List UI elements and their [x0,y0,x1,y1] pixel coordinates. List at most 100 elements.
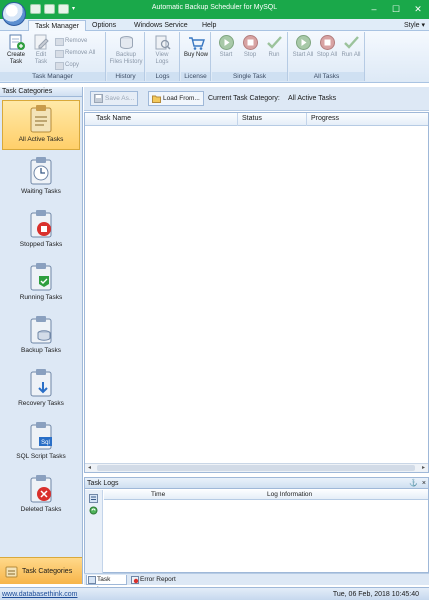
view-log-icon[interactable] [89,494,98,503]
minimize-button[interactable]: – [363,0,385,19]
buy-now-icon [188,37,205,50]
tab-help[interactable]: Help [196,20,222,31]
bottom-tabs: Task Logs Error Report [84,573,429,593]
tab-options[interactable]: Options [86,20,122,31]
save-as-button[interactable]: Save As... [90,91,139,106]
group-label-all-tasks: All Tasks [289,72,364,81]
tab-error-report-label: Error Report [140,576,176,583]
group-single-task: Start Stop Run Single Task [212,32,288,81]
save-icon [94,94,103,103]
group-logs: View Logs Logs [146,32,180,81]
stop-all-button[interactable]: Stop All [315,34,339,59]
status-bar: www.databasethink.com Tue, 06 Feb, 2018 … [0,587,429,600]
run-icon [266,36,282,49]
close-button[interactable]: ✕ [407,0,429,19]
task-grid[interactable]: Task Name Status Progress ◂ ▸ [84,112,429,473]
task-categories-button[interactable]: Task Categories [0,557,82,584]
scroll-right-icon[interactable]: ▸ [419,464,428,472]
run-all-button[interactable]: Run All [339,34,363,59]
tab-task-manager[interactable]: Task Manager [28,20,86,31]
backup-files-history-button[interactable]: Backup Files History [109,34,143,66]
remove-button[interactable]: Remove [54,35,95,47]
buy-now-button[interactable]: Buy Now [184,34,208,59]
group-all-tasks: Start All Stop All Run All All Tasks [289,32,365,81]
category-waiting-tasks[interactable]: Waiting Tasks [2,153,80,203]
category-recovery-tasks[interactable]: Recovery Tasks [2,365,80,415]
stopped-tasks-icon [30,210,51,238]
group-history: Backup Files History History [107,32,145,81]
column-progress[interactable]: Progress [311,115,339,122]
category-backup-tasks[interactable]: Backup Tasks [2,312,80,362]
category-label: Deleted Tasks [20,506,62,513]
save-as-label: Save As... [105,95,135,102]
current-category-label: Current Task Category: [208,95,280,102]
column-status[interactable]: Status [242,115,262,122]
pin-icon[interactable]: ⚓ [409,478,418,489]
website-link[interactable]: www.databasethink.com [2,591,77,598]
start-button[interactable]: Start [214,34,238,59]
create-task-button[interactable]: Create Task [4,34,28,66]
run-label: Run [268,52,280,58]
app-menu-button[interactable] [2,2,26,26]
create-task-label: Create Task [6,52,25,65]
column-task-name[interactable]: Task Name [96,115,131,122]
task-categories-button-label: Task Categories [22,568,73,575]
small-buttons-task-manager: Remove Remove All Copy [54,35,95,71]
task-grid-header: Task Name Status Progress [85,113,428,126]
style-menu[interactable]: Style ▾ [404,20,425,31]
task-categories-pane: Task Categories All Active Tasks Waiting… [0,87,83,584]
remove-all-button[interactable]: Remove All [54,47,95,59]
task-categories-icon [5,566,18,578]
edit-task-button[interactable]: Edit Task [29,34,53,66]
maximize-button[interactable]: ☐ [385,0,407,19]
group-task-manager: Create Task Edit Task Remove Remove All … [0,32,106,81]
tab-task-logs[interactable]: Task Logs [86,575,127,593]
deleted-tasks-icon [30,475,51,503]
column-divider [237,113,238,126]
start-all-button[interactable]: Start All [291,34,315,59]
category-running-tasks[interactable]: Running Tasks [2,259,80,309]
ribbon: Create Task Edit Task Remove Remove All … [0,31,429,83]
backup-history-icon [119,36,133,50]
start-label: Start [219,52,233,58]
category-stopped-tasks[interactable]: Stopped Tasks [2,206,80,256]
waiting-tasks-icon [30,157,51,185]
horizontal-scrollbar[interactable]: ◂ ▸ [85,463,428,472]
stop-all-icon [319,35,335,50]
stop-label: Stop [243,52,257,58]
refresh-log-icon[interactable] [89,506,98,515]
group-label-license: License [181,72,210,81]
logs-column-time[interactable]: Time [151,491,165,498]
category-label: SQL Script Tasks [16,453,66,460]
category-sql-script-tasks[interactable]: Sql SQL Script Tasks [2,418,80,468]
category-deleted-tasks[interactable]: Deleted Tasks [2,471,80,521]
column-divider [306,113,307,126]
run-button[interactable]: Run [262,34,286,59]
copy-button[interactable]: Copy [54,59,95,71]
load-from-button[interactable]: Load From... [148,91,204,106]
logs-column-log-information[interactable]: Log Information [267,491,312,498]
running-tasks-icon [30,263,51,291]
load-icon [152,95,161,103]
task-logs-panel: Task Logs ⚓ × Time Log Information [84,477,429,573]
view-logs-button[interactable]: View Logs [150,34,174,66]
category-label: Recovery Tasks [18,400,64,407]
scroll-left-icon[interactable]: ◂ [85,464,94,472]
error-report-tab-icon [131,576,139,584]
group-label-single-task: Single Task [212,72,287,81]
close-logs-icon[interactable]: × [422,478,426,489]
stop-icon [242,35,258,50]
run-all-label: Run All [341,52,361,58]
category-label: All Active Tasks [18,136,64,143]
logs-side-toolbar [85,490,103,573]
tab-error-report[interactable]: Error Report [130,575,182,585]
category-all-active-tasks[interactable]: All Active Tasks [2,100,80,150]
all-active-tasks-icon [30,105,51,133]
stop-button[interactable]: Stop [238,34,262,59]
edit-task-icon [34,34,49,50]
recovery-tasks-icon [30,369,51,397]
sql-script-tasks-icon: Sql [30,422,52,450]
scroll-thumb[interactable] [97,465,415,471]
tab-windows-service[interactable]: Windows Service [128,20,194,31]
stop-all-label: Stop All [316,52,338,58]
